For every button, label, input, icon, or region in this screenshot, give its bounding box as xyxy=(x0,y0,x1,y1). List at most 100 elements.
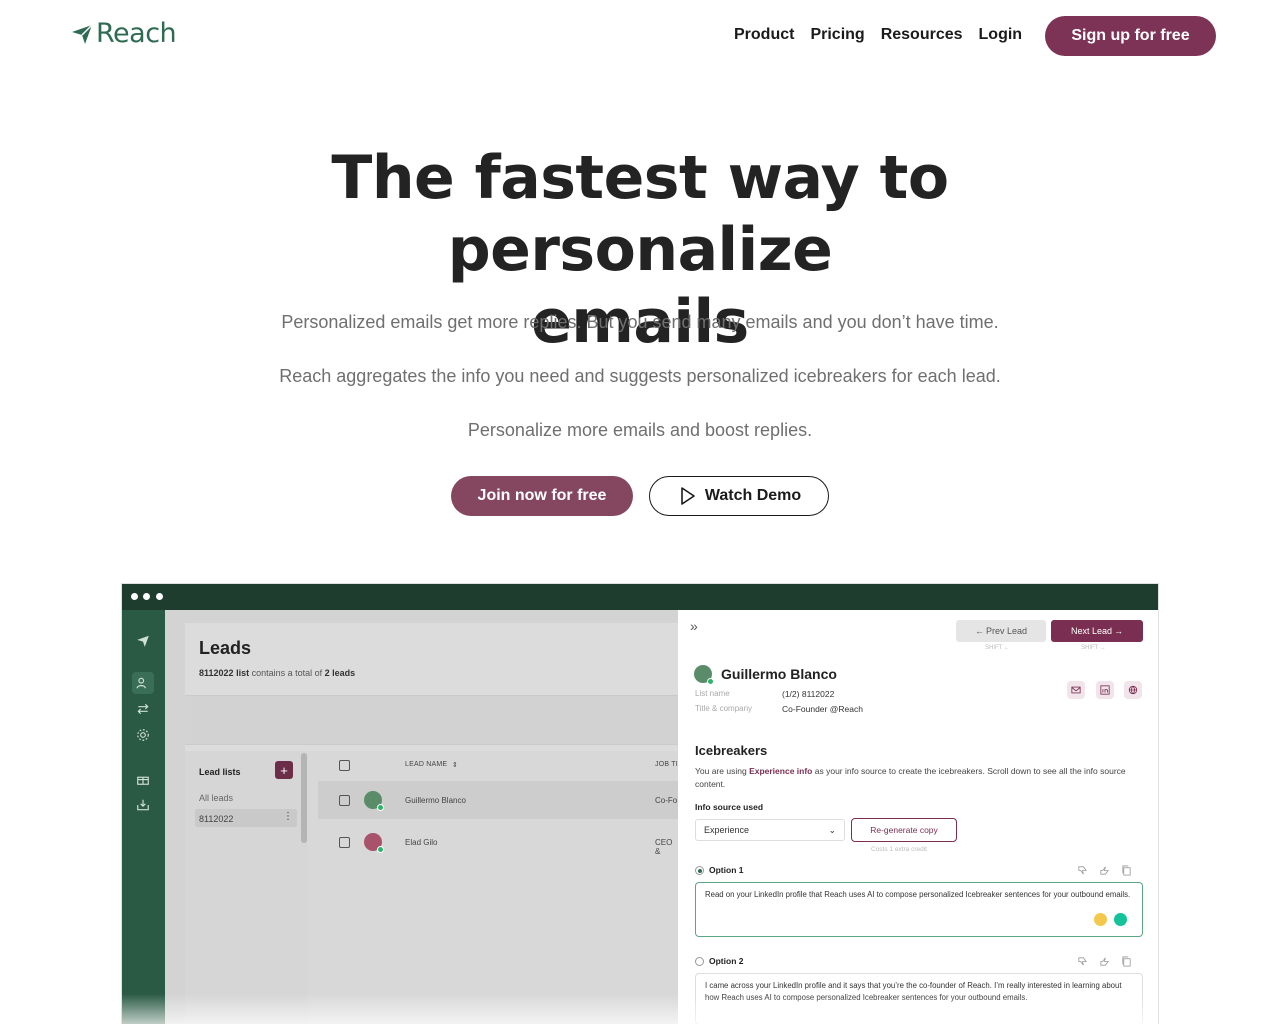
list-word: list xyxy=(236,668,250,678)
title-company-value: Co-Founder @Reach xyxy=(782,704,863,714)
window-dot xyxy=(156,593,163,600)
play-icon xyxy=(681,487,695,505)
row-checkbox[interactable] xyxy=(339,837,350,848)
nav-link-login[interactable]: Login xyxy=(979,26,1023,44)
col-job-title[interactable]: JOB TI xyxy=(655,761,678,768)
leads-panel: Leads 8112022 list contains a total of 2… xyxy=(165,610,678,1024)
window-dot xyxy=(131,593,138,600)
hero-paragraph-2: Reach aggregates the info you need and s… xyxy=(279,366,1001,386)
option-2-actions xyxy=(1076,955,1132,967)
icebreakers-description: You are using Experience info as your in… xyxy=(695,765,1140,791)
lead-count: 2 leads xyxy=(324,668,356,678)
hero-paragraph-1: Personalized emails get more replies. Bu… xyxy=(281,312,999,332)
title-company-label: Title & company xyxy=(695,704,753,713)
thumbs-up-icon[interactable] xyxy=(1098,955,1110,967)
nav-link-pricing[interactable]: Pricing xyxy=(810,26,864,44)
col-lead-name[interactable]: LEAD NAME xyxy=(405,761,447,768)
chevron-down-icon: ⌄ xyxy=(828,824,836,835)
watch-demo-label: Watch Demo xyxy=(704,487,802,504)
signup-button[interactable]: Sign up for free xyxy=(1045,16,1216,56)
option-1-radio[interactable] xyxy=(695,866,704,875)
grammarly-icon[interactable] xyxy=(1114,913,1127,926)
option-1-actions xyxy=(1076,864,1132,876)
option-2-radio[interactable] xyxy=(695,957,704,966)
scrollbar[interactable] xyxy=(301,753,307,843)
kebab-menu-icon[interactable]: ⋮ xyxy=(283,811,293,822)
join-now-button[interactable]: Join now for free xyxy=(451,476,633,516)
avatar xyxy=(694,665,714,685)
thumbs-down-icon[interactable] xyxy=(1076,955,1088,967)
ice-text-1: You are using xyxy=(695,766,747,776)
arrows-icon[interactable] xyxy=(132,698,154,720)
list-item-all[interactable]: All leads xyxy=(199,793,233,803)
brand-logo[interactable]: Reach xyxy=(70,18,177,49)
users-icon[interactable] xyxy=(132,672,154,694)
hero-paragraph-3: Personalize more emails and boost replie… xyxy=(467,420,813,440)
shortcut-hint-next: SHIFT → xyxy=(1081,645,1106,651)
select-all-checkbox[interactable] xyxy=(339,760,350,771)
info-source-select[interactable]: Experience ⌄ xyxy=(695,819,845,841)
prev-lead-label: Prev Lead xyxy=(985,626,1028,636)
leads-content: Leads 8112022 list contains a total of 2… xyxy=(185,623,678,1024)
double-chevron-icon[interactable]: » xyxy=(690,618,698,634)
lead-lists-label: Lead lists xyxy=(199,767,241,777)
regenerate-button[interactable]: Re-generate copy xyxy=(851,818,957,842)
bottom-fade xyxy=(122,994,1158,1024)
info-source-label: Info source used xyxy=(695,802,764,812)
row-checkbox[interactable] xyxy=(339,795,350,806)
window-dot xyxy=(143,593,150,600)
gift-icon[interactable] xyxy=(132,768,154,790)
nav-links: Product Pricing Resources Login xyxy=(734,26,1022,44)
costs-note: Costs 1 extra credit xyxy=(871,846,927,853)
lead-detail-panel: » ← Prev Lead Next Lead → SHIFT ← SHIFT … xyxy=(678,610,1158,1024)
prev-lead-button[interactable]: ← Prev Lead xyxy=(956,620,1046,642)
shift-prev-label: SHIFT xyxy=(985,645,1003,651)
emoji-icon[interactable] xyxy=(1094,913,1107,926)
top-nav: Reach Product Pricing Resources Login Si… xyxy=(0,0,1280,72)
nav-link-resources[interactable]: Resources xyxy=(881,26,963,44)
paper-plane-icon xyxy=(72,23,93,44)
list-name-label: List name xyxy=(695,689,730,698)
copy-icon[interactable] xyxy=(1120,955,1132,967)
avatar xyxy=(364,791,384,811)
window-titlebar xyxy=(122,584,1158,610)
app-screenshot: Leads 8112022 list contains a total of 2… xyxy=(121,583,1159,1024)
brand-name: Reach xyxy=(96,18,177,49)
next-lead-button[interactable]: Next Lead → xyxy=(1051,620,1143,642)
nav-link-product[interactable]: Product xyxy=(734,26,794,44)
lead-name: Guillermo Blanco xyxy=(721,666,837,682)
add-list-button[interactable]: + xyxy=(275,761,293,779)
settings-icon[interactable] xyxy=(132,724,154,746)
shift-next-label: SHIFT xyxy=(1081,645,1099,651)
avatar xyxy=(364,833,384,853)
info-source-value: Experience xyxy=(704,825,750,835)
hero-title-line1: The fastest way to personalize xyxy=(331,143,949,285)
next-lead-label: Next Lead xyxy=(1070,626,1113,636)
lead-name-cell[interactable]: Guillermo Blanco xyxy=(405,796,466,805)
ice-text-bold: Experience info xyxy=(749,766,813,776)
leads-title: Leads xyxy=(199,638,252,658)
app-sidebar-rail xyxy=(122,610,165,1024)
inbox-icon[interactable] xyxy=(132,794,154,816)
thumbs-up-icon[interactable] xyxy=(1098,864,1110,876)
icebreakers-title: Icebreakers xyxy=(695,743,768,758)
shortcut-hint-prev: SHIFT ← xyxy=(985,645,1010,651)
lead-name-cell[interactable]: Elad Gilo xyxy=(405,838,437,847)
contains-text: contains a total of xyxy=(251,668,323,678)
watch-demo-button[interactable]: Watch Demo xyxy=(649,476,829,516)
option-1-text[interactable]: Read on your LinkedIn profile that Reach… xyxy=(695,882,1143,937)
linkedin-icon[interactable] xyxy=(1096,681,1114,699)
list-name-value: (1/2) 8112022 xyxy=(782,689,835,699)
leads-table: LEAD NAME ⇕ JOB TI Guillermo Blanco Co-F… xyxy=(308,751,678,1024)
paper-plane-icon[interactable] xyxy=(132,630,154,652)
copy-icon[interactable] xyxy=(1120,864,1132,876)
job-cell: CEO & xyxy=(655,838,673,856)
online-indicator xyxy=(377,846,384,853)
globe-icon[interactable] xyxy=(1124,681,1142,699)
online-indicator xyxy=(707,678,714,685)
sort-icon[interactable]: ⇕ xyxy=(452,761,458,769)
mail-icon[interactable] xyxy=(1067,681,1085,699)
thumbs-down-icon[interactable] xyxy=(1076,864,1088,876)
option-2-label: Option 2 xyxy=(709,956,744,966)
list-item-8112022[interactable]: 8112022 xyxy=(199,814,233,824)
